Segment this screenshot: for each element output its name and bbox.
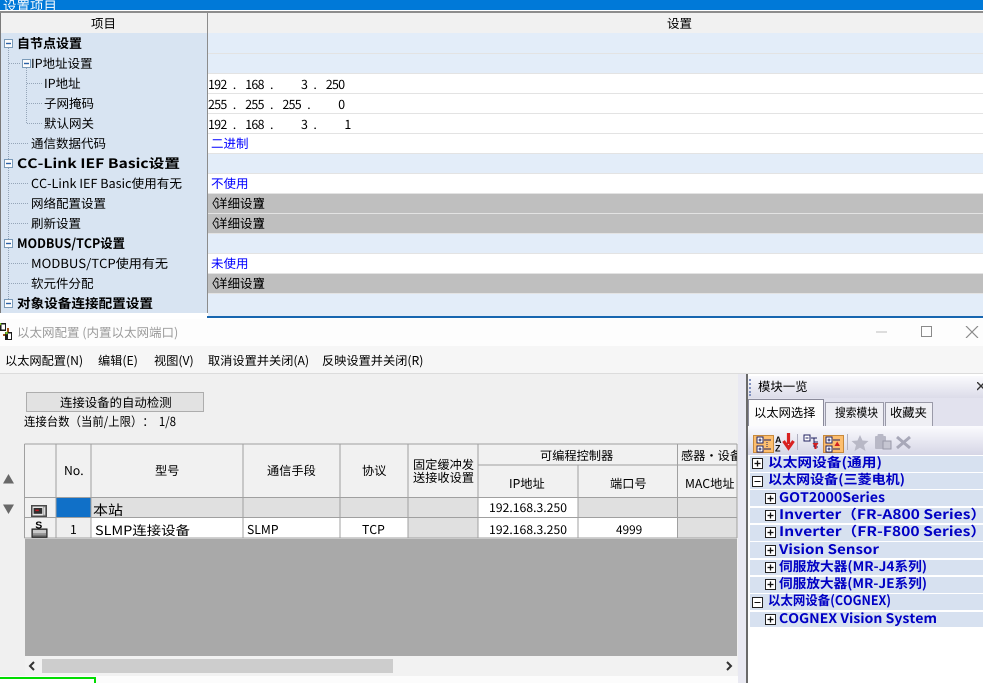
svg-text:Z: Z [775, 444, 781, 454]
